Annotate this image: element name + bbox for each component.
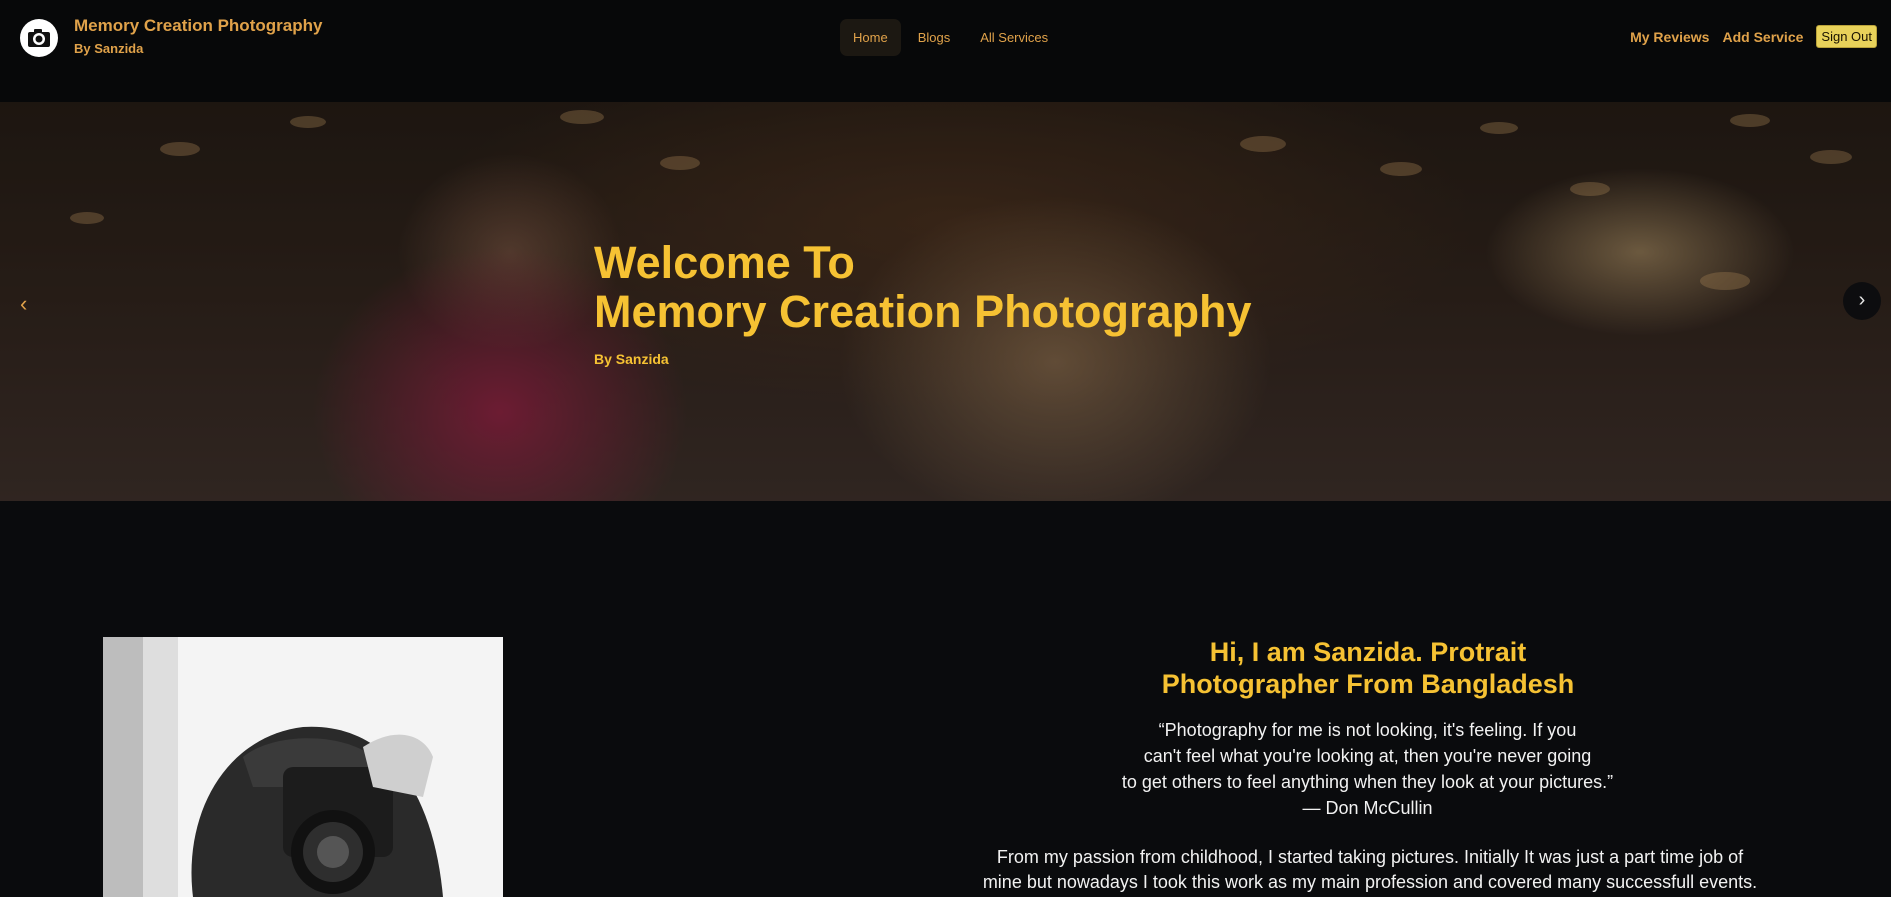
quote-line: to get others to feel anything when they… (1121, 772, 1614, 792)
camera-logo-icon[interactable] (20, 19, 58, 57)
photographer-photo (103, 637, 503, 897)
nav-all-services-link[interactable]: All Services (967, 19, 1061, 56)
nav-home-link[interactable]: Home (840, 19, 901, 56)
hero-text: Welcome To Memory Creation Photography B… (594, 238, 1252, 367)
paragraph-line: From my passion from childhood, I starte… (996, 847, 1744, 867)
hero-byline: By Sanzida (594, 351, 669, 367)
my-reviews-link[interactable]: My Reviews (1630, 29, 1709, 45)
about-paragraph: From my passion from childhood, I starte… (950, 845, 1790, 895)
chevron-right-icon[interactable]: › (1843, 282, 1881, 320)
user-nav: My Reviews Add Service Sign Out (1630, 25, 1877, 48)
quote-author: — Don McCullin (1302, 798, 1433, 818)
brand-title[interactable]: Memory Creation Photography (74, 16, 322, 36)
hero-carousel: Welcome To Memory Creation Photography B… (0, 102, 1891, 501)
quote-line: can't feel what you're looking at, then … (1143, 746, 1592, 766)
hero-title-line1: Welcome To (594, 237, 855, 288)
quote-line: “Photography for me is not looking, it's… (1158, 720, 1577, 740)
chevron-left-icon[interactable]: ‹ (20, 291, 27, 317)
main-nav: Home Blogs All Services (840, 19, 1061, 56)
nav-blogs-link[interactable]: Blogs (905, 19, 964, 56)
hero-title-line2: Memory Creation Photography (594, 286, 1252, 337)
photography-quote: “Photography for me is not looking, it's… (1080, 717, 1655, 821)
add-service-link[interactable]: Add Service (1722, 29, 1803, 45)
navbar: Memory Creation Photography By Sanzida H… (0, 0, 1891, 102)
brand-subtitle: By Sanzida (74, 41, 144, 56)
paragraph-line: mine but nowadays I took this work as my… (982, 872, 1758, 892)
about-heading: Hi, I am Sanzida. Protrait Photographer … (1161, 637, 1575, 699)
sign-out-button[interactable]: Sign Out (1816, 25, 1877, 48)
